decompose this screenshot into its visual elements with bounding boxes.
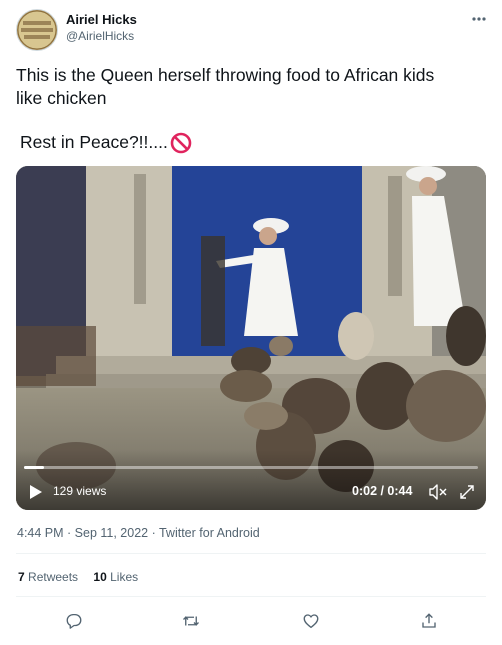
fullscreen-button[interactable]	[458, 483, 476, 501]
avatar-image	[17, 10, 57, 50]
video-time: 0:02 / 0:44	[352, 484, 413, 498]
share-button[interactable]	[416, 608, 442, 634]
share-icon	[422, 613, 436, 628]
video-controls-overlay	[16, 450, 486, 510]
retweet-button[interactable]	[178, 608, 204, 634]
video-progress-fill	[24, 466, 45, 469]
retweets-stat[interactable]: 7 Retweets	[18, 570, 78, 584]
retweets-count: 7	[18, 570, 25, 584]
likes-stat[interactable]: 10 Likes	[93, 570, 138, 584]
mute-button[interactable]	[428, 483, 448, 501]
video-progress-bar[interactable]	[24, 466, 478, 469]
reply-button[interactable]	[61, 608, 87, 634]
tweet-text: This is the Queen herself throwing food …	[16, 64, 486, 110]
author-handle[interactable]: @AirielHicks	[66, 29, 134, 43]
reply-icon	[66, 613, 82, 629]
play-button[interactable]	[28, 484, 44, 500]
more-icon	[472, 17, 486, 21]
divider	[16, 553, 486, 554]
tweet-text-line-3-wrapper: Rest in Peace?!!....	[20, 131, 192, 154]
likes-count: 10	[93, 570, 107, 584]
tweet-text-line-1: This is the Queen herself throwing food …	[16, 65, 435, 85]
author-name[interactable]: Airiel Hicks	[66, 12, 137, 27]
tweet-actions	[16, 608, 486, 634]
no-entry-sign-icon	[170, 132, 192, 154]
retweet-icon	[183, 616, 199, 626]
more-options-button[interactable]	[466, 9, 492, 29]
heart-icon	[303, 614, 319, 629]
like-button[interactable]	[298, 608, 324, 634]
divider	[16, 596, 486, 597]
retweets-label: Retweets	[28, 570, 79, 584]
likes-label: Likes	[110, 570, 139, 584]
video-player[interactable]: 129 views 0:02 / 0:44	[16, 166, 486, 510]
tweet: Airiel Hicks @AirielHicks This is the Qu…	[0, 0, 502, 645]
tweet-text-line-3: Rest in Peace?!!....	[20, 132, 168, 152]
play-icon	[30, 485, 42, 499]
tweet-stats: 7 Retweets 10 Likes	[18, 570, 150, 584]
speaker-muted-icon	[429, 484, 447, 500]
tweet-timestamp[interactable]: 4:44 PM · Sep 11, 2022 · Twitter for And…	[17, 526, 260, 540]
tweet-text-line-2: like chicken	[16, 88, 107, 108]
avatar[interactable]	[16, 9, 58, 51]
view-count: 129 views	[53, 484, 107, 498]
fullscreen-icon	[460, 485, 474, 499]
